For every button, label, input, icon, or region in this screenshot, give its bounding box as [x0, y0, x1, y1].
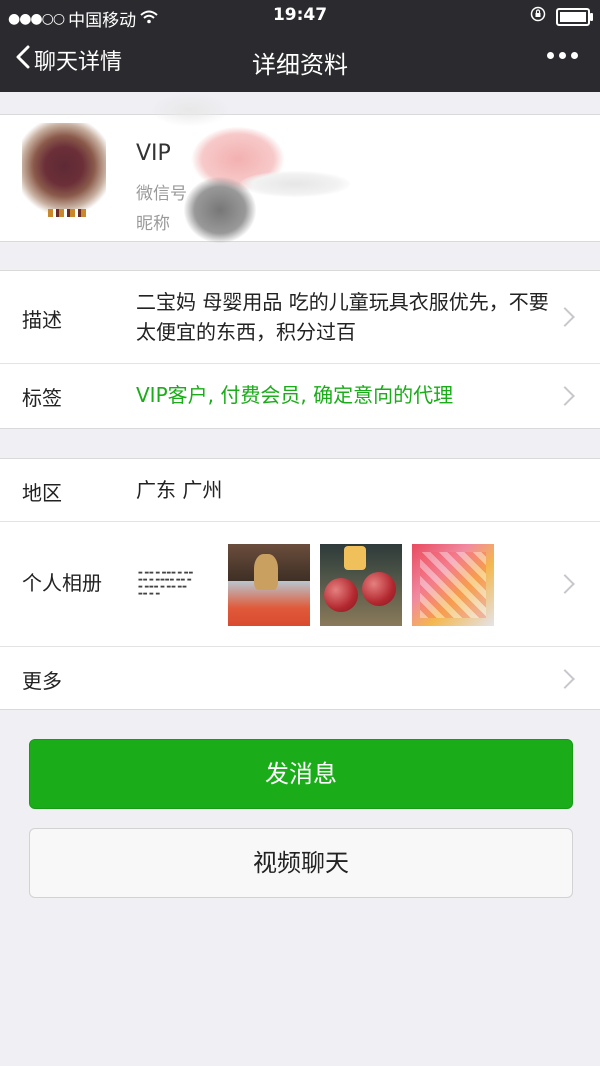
album-thumbnail[interactable] — [320, 544, 402, 626]
album-thumbnail[interactable] — [412, 544, 494, 626]
album-thumbnail[interactable] — [228, 544, 310, 626]
status-right — [530, 6, 593, 27]
chevron-right-icon — [555, 669, 575, 689]
profile-card[interactable]: VIP 微信号 昵称 — [0, 93, 600, 243]
chevron-right-icon — [555, 307, 575, 327]
region-row: 地区 广东 广州 — [0, 459, 600, 522]
region-value: 广东 广州 — [136, 478, 223, 502]
wechat-id-label: 微信号 — [136, 184, 187, 204]
details-group: 描述 二宝妈 母婴用品 吃的儿童玩具衣服优先，不要太便宜的东西，积分过百 标签 … — [0, 270, 600, 429]
redaction-scribble — [240, 171, 350, 197]
more-options-icon[interactable] — [547, 52, 578, 59]
album-thumbnails: ▬ ▬▬ ▬ ▬▬▬ ▬ ▬▬ ▬▬ ▬ ▬▬▬▬ ▬▬ ▬ ▬ ▬▬▬ ▬ ▬▬ … — [136, 544, 494, 626]
more-row[interactable]: 更多 — [0, 647, 600, 709]
nickname-label: 昵称 — [136, 214, 170, 234]
status-bar: ●●●○○ 中国移动 19:47 — [0, 0, 600, 32]
album-thumbnail[interactable]: ▬ ▬▬ ▬ ▬▬▬ ▬ ▬▬ ▬▬ ▬ ▬▬▬▬ ▬▬ ▬ ▬ ▬▬▬ ▬ ▬▬ … — [136, 544, 218, 626]
redaction-scribble — [184, 177, 256, 243]
album-row[interactable]: 个人相册 ▬ ▬▬ ▬ ▬▬▬ ▬ ▬▬ ▬▬ ▬ ▬▬▬▬ ▬▬ ▬ ▬ ▬▬▬ … — [0, 522, 600, 647]
description-value: 二宝妈 母婴用品 吃的儿童玩具衣服优先，不要太便宜的东西，积分过百 — [136, 290, 549, 344]
contact-name: VIP — [136, 141, 171, 166]
battery-icon — [556, 7, 593, 26]
description-label: 描述 — [22, 308, 62, 332]
region-label: 地区 — [22, 481, 62, 505]
page-title: 详细资料 — [252, 51, 348, 79]
tags-label: 标签 — [22, 386, 62, 410]
redaction-scribble — [150, 93, 230, 127]
description-row[interactable]: 描述 二宝妈 母婴用品 吃的儿童玩具衣服优先，不要太便宜的东西，积分过百 — [0, 271, 600, 364]
chevron-right-icon — [555, 386, 575, 406]
album-label: 个人相册 — [22, 571, 102, 595]
nav-bar: 聊天详情 详细资料 — [0, 32, 600, 92]
more-label: 更多 — [22, 669, 62, 693]
avatar[interactable] — [22, 123, 106, 219]
chevron-right-icon — [555, 574, 575, 594]
info-group: 地区 广东 广州 个人相册 ▬ ▬▬ ▬ ▬▬▬ ▬ ▬▬ ▬▬ ▬ ▬▬▬▬ ▬… — [0, 458, 600, 710]
orientation-lock-icon — [530, 6, 546, 27]
video-chat-button[interactable]: 视频聊天 — [29, 828, 573, 898]
clock: 19:47 — [272, 5, 328, 25]
send-message-button[interactable]: 发消息 — [29, 739, 573, 809]
tags-row[interactable]: 标签 VIP客户, 付费会员, 确定意向的代理 — [0, 364, 600, 428]
tags-value: VIP客户, 付费会员, 确定意向的代理 — [136, 383, 454, 407]
